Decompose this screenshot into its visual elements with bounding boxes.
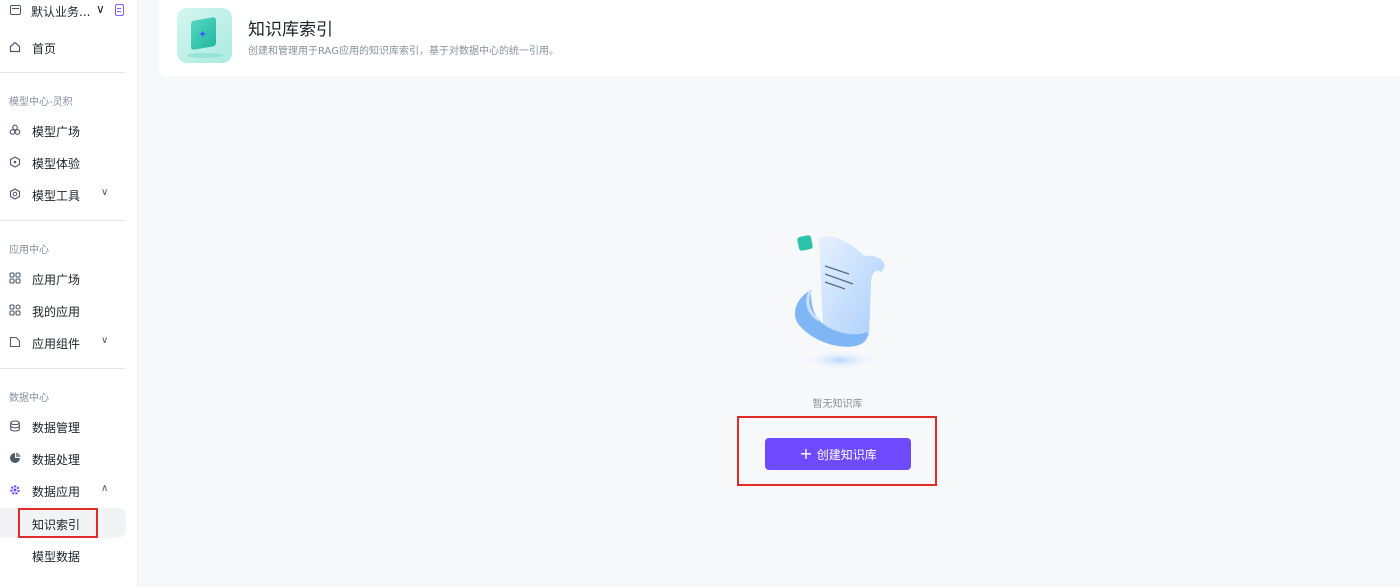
sidebar-item-data-processing[interactable]: 数据处理 <box>0 444 126 472</box>
sidebar-item-label: 首页 <box>32 42 57 56</box>
sidebar-subitem-model-data[interactable]: 模型数据 <box>0 540 126 570</box>
component-icon <box>9 336 21 348</box>
sidebar-item-my-apps[interactable]: 我的应用 <box>0 296 126 324</box>
workspace-selector[interactable]: 默认业务... ∨ <box>0 0 138 24</box>
sidebar-item-data-apps[interactable]: 数据应用 ∧ <box>0 476 126 504</box>
sidebar-item-label: 模型工具 <box>32 189 81 203</box>
page-subtitle: 创建和管理用于RAG应用的知识库索引，基于对数据中心的统一引用。 <box>248 46 559 57</box>
highlight-box <box>18 508 98 538</box>
empty-scroll-illustration-icon <box>794 235 885 370</box>
sidebar-item-model-tools[interactable]: 模型工具 ∨ <box>0 180 126 208</box>
empty-state-text: 暂无知识库 <box>812 399 863 410</box>
sidebar-item-label: 应用组件 <box>32 337 81 351</box>
database-icon <box>10 420 20 432</box>
sidebar-item-label: 我的应用 <box>32 305 81 319</box>
sidebar-item-label: 模型数据 <box>32 550 81 564</box>
divider <box>0 220 125 221</box>
divider <box>0 368 125 369</box>
document-icon[interactable] <box>115 4 124 16</box>
folder-icon <box>10 5 21 15</box>
my-apps-icon <box>9 304 21 316</box>
home-icon <box>9 41 21 53</box>
chevron-down-icon: ∨ <box>101 335 109 346</box>
page-header: ✦ 知识库索引 创建和管理用于RAG应用的知识库索引，基于对数据中心的统一引用。 <box>159 0 1400 76</box>
sidebar-item-label: 应用广场 <box>32 273 81 287</box>
gear-icon <box>10 485 20 495</box>
hexagon-icon <box>9 156 21 168</box>
tools-icon <box>9 188 21 200</box>
chevron-down-icon[interactable]: ∨ <box>96 2 105 16</box>
plus-icon: + <box>799 444 813 463</box>
sidebar-item-home[interactable]: 首页 <box>0 33 126 61</box>
create-knowledge-base-button[interactable]: + 创建知识库 <box>765 438 911 470</box>
section-title: 应用中心 <box>9 245 49 256</box>
page-title: 知识库索引 <box>248 20 333 40</box>
create-button-label: 创建知识库 <box>816 447 877 462</box>
sidebar-item-label: 数据管理 <box>32 421 81 435</box>
section-title: 模型中心-灵积 <box>9 97 73 108</box>
chevron-down-icon: ∨ <box>101 187 109 198</box>
sidebar-item-label: 模型广场 <box>32 125 81 139</box>
sidebar-item-label: 数据处理 <box>32 453 81 467</box>
chevron-up-icon: ∧ <box>101 483 109 494</box>
sidebar: 默认业务... ∨ 首页 模型中心-灵积 模型广场 模型体验 模型工具 ∨ 应用… <box>0 0 138 587</box>
sidebar-item-app-components[interactable]: 应用组件 ∨ <box>0 328 126 356</box>
knowledge-index-logo-icon: ✦ <box>177 8 232 63</box>
sidebar-item-model-experience[interactable]: 模型体验 <box>0 148 126 176</box>
sidebar-item-label: 模型体验 <box>32 157 81 171</box>
grid-icon <box>9 272 21 284</box>
sidebar-item-model-square[interactable]: 模型广场 <box>0 116 126 144</box>
sidebar-item-data-management[interactable]: 数据管理 <box>0 412 126 440</box>
pie-icon <box>10 452 21 463</box>
divider <box>0 72 125 73</box>
sidebar-item-app-square[interactable]: 应用广场 <box>0 264 126 292</box>
sidebar-item-label: 数据应用 <box>32 485 81 499</box>
workspace-name: 默认业务... <box>31 5 91 19</box>
model-square-icon <box>9 124 21 135</box>
